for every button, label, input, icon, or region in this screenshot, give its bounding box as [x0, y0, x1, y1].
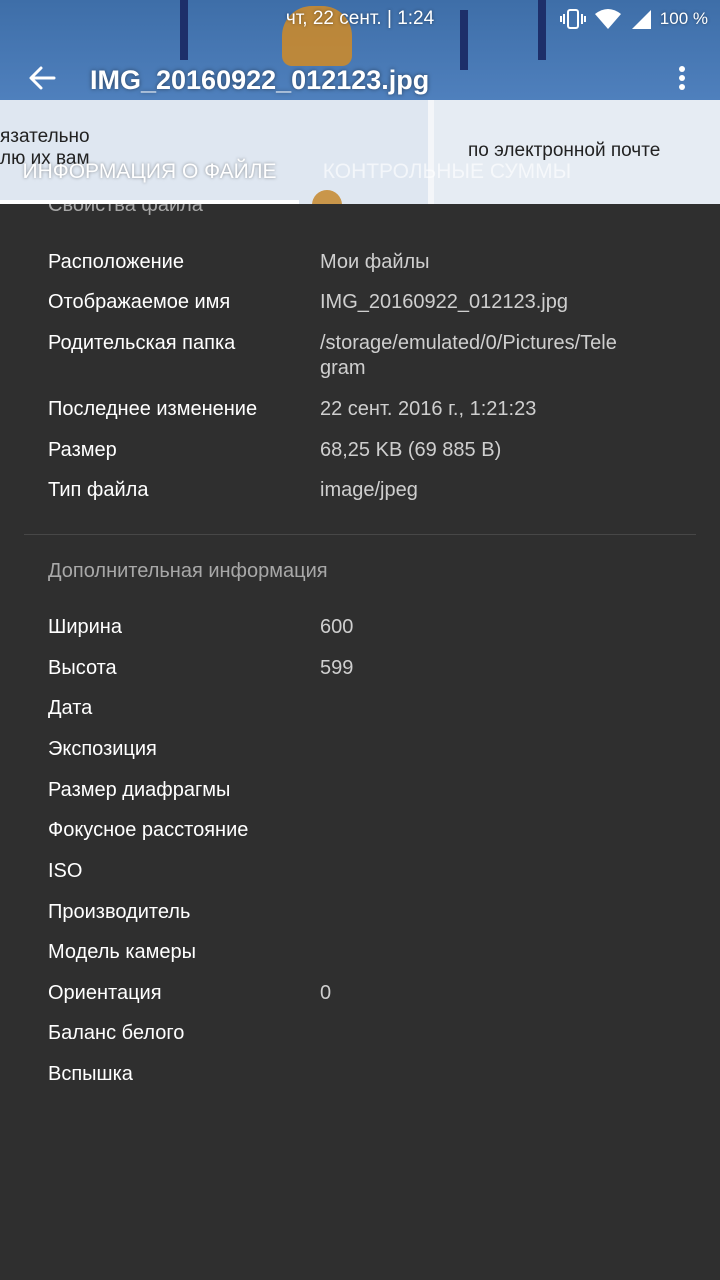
property-value: IMG_20160922_012123.jpg [320, 291, 568, 313]
app-bar: IMG_20160922_012123.jpg [0, 48, 720, 112]
info-value: 600 [320, 616, 354, 638]
property-value: 68,25 KB (69 885 B) [320, 439, 502, 461]
info-value: 599 [320, 657, 354, 679]
tab-bar: ИНФОРМАЦИЯ О ФАЙЛЕ КОНТРОЛЬНЫЕ СУММЫ [0, 140, 720, 204]
property-value: image/jpeg [320, 479, 418, 501]
property-label: Отображаемое имя [48, 291, 231, 313]
property-label: Расположение [48, 251, 184, 273]
info-label: Экспозиция [48, 738, 157, 760]
info-row-aperture: Размер диафрагмы [48, 778, 688, 803]
info-row-white-balance: Баланс белого [48, 1021, 688, 1046]
info-row-flash: Вспышка [48, 1062, 688, 1087]
info-label: Ориентация [48, 982, 162, 1004]
property-label: Тип файла [48, 479, 149, 501]
info-label: Производитель [48, 901, 191, 923]
info-value: 0 [320, 982, 332, 1004]
info-row-width: Ширина 600 [48, 615, 688, 640]
info-label: Размер диафрагмы [48, 779, 231, 801]
tab-file-info[interactable]: ИНФОРМАЦИЯ О ФАЙЛЕ [0, 140, 299, 204]
more-vert-icon [678, 65, 686, 96]
property-value: 22 сент. 2016 г., 1:21:23 [320, 398, 537, 420]
info-label: Фокусное расстояние [48, 819, 249, 841]
property-row-file-type: Тип файла image/jpeg [48, 478, 688, 503]
info-value [320, 859, 650, 884]
status-datetime: чт, 22 сент. | 1:24 [285, 8, 435, 29]
property-row-location: Расположение Мои файлы [48, 250, 688, 275]
info-row-iso: ISO [48, 859, 688, 884]
section-title-additional-info: Дополнительная информация [48, 560, 328, 582]
info-label: Ширина [48, 616, 122, 638]
info-value [320, 940, 650, 965]
info-label: Высота [48, 657, 117, 679]
info-label: Дата [48, 697, 93, 719]
status-bar: чт, 22 сент. | 1:24 100 % [0, 0, 720, 38]
info-row-manufacturer: Производитель [48, 900, 688, 925]
info-value [320, 900, 650, 925]
arrow-back-icon [28, 64, 56, 97]
info-row-height: Высота 599 [48, 656, 688, 681]
property-label: Последнее изменение [48, 398, 258, 420]
property-row-last-modified: Последнее изменение 22 сент. 2016 г., 1:… [48, 397, 688, 422]
info-row-camera-model: Модель камеры [48, 940, 688, 965]
info-value [320, 1021, 650, 1046]
info-row-focal-length: Фокусное расстояние [48, 818, 688, 843]
info-row-date: Дата [48, 696, 688, 721]
header: язательно лю их вам по электронной почте… [0, 0, 720, 204]
info-value [320, 696, 650, 721]
file-details-panel[interactable]: Свойства файла Расположение Мои файлы От… [0, 204, 720, 1280]
info-label: Баланс белого [48, 1022, 185, 1044]
property-value: /storage/emulated/0/Pictures/Telegram [320, 332, 617, 379]
tab-checksums-label: КОНТРОЛЬНЫЕ СУММЫ [322, 160, 572, 183]
property-row-display-name: Отображаемое имя IMG_20160922_012123.jpg [48, 290, 688, 315]
info-row-exposure: Экспозиция [48, 737, 688, 762]
info-label: ISO [48, 860, 83, 882]
property-label: Размер [48, 439, 117, 461]
property-row-parent-folder: Родительская папка /storage/emulated/0/P… [48, 331, 688, 381]
back-button[interactable] [18, 56, 66, 104]
overflow-menu-button[interactable] [658, 56, 706, 104]
section-divider [24, 534, 696, 535]
tab-file-info-label: ИНФОРМАЦИЯ О ФАЙЛЕ [22, 160, 277, 183]
info-value [320, 778, 650, 803]
info-value [320, 818, 650, 843]
tab-checksums[interactable]: КОНТРОЛЬНЫЕ СУММЫ [299, 140, 595, 204]
file-title: IMG_20160922_012123.jpg [90, 64, 430, 95]
info-value [320, 1062, 650, 1087]
section-title-file-properties: Свойства файла [48, 204, 203, 216]
info-row-orientation: Ориентация 0 [48, 981, 688, 1006]
property-row-size: Размер 68,25 KB (69 885 B) [48, 438, 688, 463]
info-label: Вспышка [48, 1063, 133, 1085]
info-label: Модель камеры [48, 941, 197, 963]
property-label: Родительская папка [48, 332, 236, 354]
property-value: Мои файлы [320, 251, 430, 273]
info-value [320, 737, 650, 762]
